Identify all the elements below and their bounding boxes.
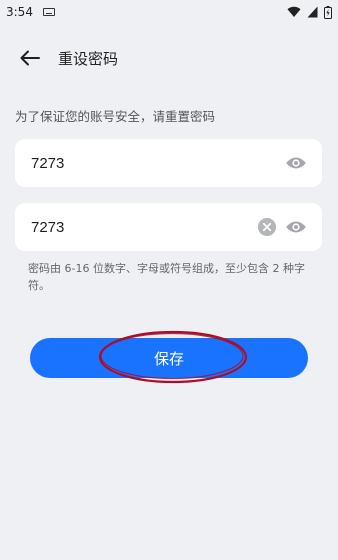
new-password-input[interactable] xyxy=(31,154,284,172)
status-left: 3:54 xyxy=(6,5,55,19)
eye-icon xyxy=(286,157,306,169)
wifi-icon xyxy=(287,6,301,18)
clear-button[interactable] xyxy=(256,216,278,238)
back-button[interactable] xyxy=(10,38,50,78)
confirm-password-input[interactable] xyxy=(31,218,256,236)
keyboard-icon xyxy=(42,8,55,16)
clear-circle-icon xyxy=(258,218,276,236)
signal-icon xyxy=(307,6,318,18)
status-time: 3:54 xyxy=(6,5,33,19)
toggle-visibility-button[interactable] xyxy=(284,215,308,239)
eye-icon xyxy=(286,221,306,233)
new-password-field xyxy=(15,139,322,187)
save-button[interactable]: 保存 xyxy=(30,338,308,378)
toggle-visibility-button[interactable] xyxy=(284,151,308,175)
battery-charging-icon xyxy=(324,5,332,19)
status-bar: 3:54 xyxy=(0,0,338,24)
arrow-left-icon xyxy=(20,50,40,66)
confirm-password-field xyxy=(15,203,322,251)
status-right xyxy=(287,5,332,19)
save-button-label: 保存 xyxy=(153,349,184,368)
security-hint: 为了保证您的账号安全，请重置密码 xyxy=(15,109,216,124)
password-rule-text: 密码由 6-16 位数字、字母或符号组成，至少包含 2 种字符。 xyxy=(28,262,305,292)
header: 重设密码 xyxy=(0,38,338,78)
page-title: 重设密码 xyxy=(58,49,119,68)
